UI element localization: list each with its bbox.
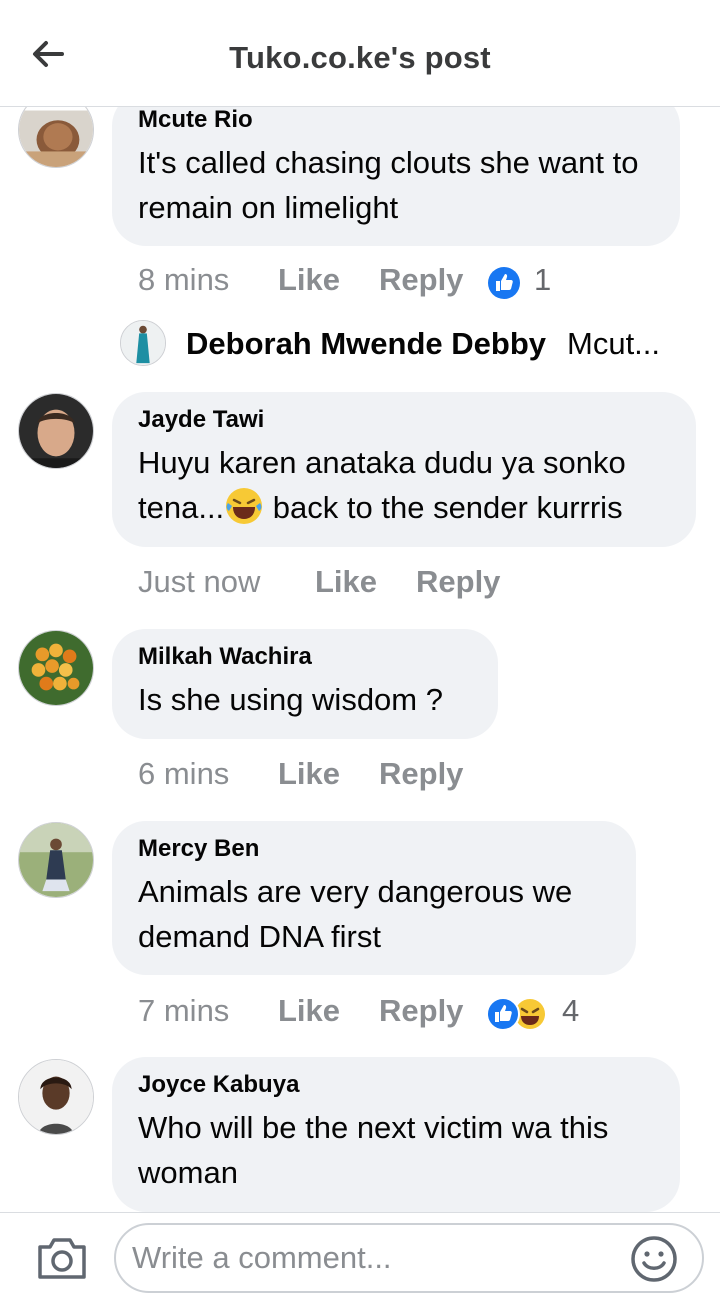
comment-bubble: Milkah Wachira Is she using wisdom ? <box>112 629 498 739</box>
comment-bubble: Joyce Kabuya Who will be the next victim… <box>112 1057 680 1212</box>
like-button[interactable]: Like <box>278 262 340 298</box>
comment-actions: 6 mins Like Reply <box>138 756 698 796</box>
comment-text: Who will be the next victim wa this woma… <box>138 1110 609 1190</box>
like-reaction-icon[interactable] <box>486 266 522 300</box>
like-button[interactable]: Like <box>278 756 340 792</box>
comment-text: It's called chasing clouts she want to r… <box>138 145 639 225</box>
comment-author[interactable]: Mcute Rio <box>138 106 654 134</box>
reaction-count[interactable]: 1 <box>534 262 551 298</box>
comment-text: Animals are very dangerous we demand DNA… <box>138 874 573 954</box>
like-button[interactable]: Like <box>278 993 340 1029</box>
comment-composer: Write a comment... <box>0 1212 720 1297</box>
comment-bubble: Mcute Rio It's called chasing clouts she… <box>112 92 680 246</box>
reply-button[interactable]: Reply <box>379 756 463 792</box>
comment-text: Huyu karen anataka dudu ya sonko tena...… <box>138 440 670 530</box>
reply-preview[interactable]: Deborah Mwende Debby Mcut... <box>120 318 700 368</box>
avatar[interactable] <box>18 822 94 898</box>
reaction-count[interactable]: 4 <box>562 993 579 1029</box>
comment-author[interactable]: Joyce Kabuya <box>138 1071 654 1099</box>
comment-author[interactable]: Jayde Tawi <box>138 406 670 434</box>
avatar[interactable] <box>18 1059 94 1135</box>
comment-text-part: back to the sender kurrris <box>264 490 623 525</box>
comment-bubble: Jayde Tawi Huyu karen anataka dudu ya so… <box>112 392 696 547</box>
like-button[interactable]: Like <box>315 564 377 600</box>
avatar[interactable] <box>18 393 94 469</box>
page-title: Tuko.co.ke's post <box>229 40 491 75</box>
avatar <box>120 320 166 366</box>
reply-button[interactable]: Reply <box>379 993 463 1029</box>
comment-time: 6 mins <box>138 756 230 791</box>
top-bar: Tuko.co.ke's post <box>0 0 720 107</box>
comment-author[interactable]: Milkah Wachira <box>138 643 472 671</box>
comment-time: 8 mins <box>138 262 230 297</box>
laughing-emoji-icon <box>226 488 263 524</box>
comments-list: Mcute Rio It's called chasing clouts she… <box>0 0 720 1212</box>
reply-author: Deborah Mwende Debby <box>186 326 546 361</box>
comment-time: 7 mins <box>138 993 230 1028</box>
comment-input[interactable]: Write a comment... <box>114 1223 704 1293</box>
comment-author[interactable]: Mercy Ben <box>138 835 610 863</box>
reply-button[interactable]: Reply <box>379 262 463 298</box>
comment-actions: 7 mins Like Reply 4 <box>138 993 698 1033</box>
comment-input-placeholder: Write a comment... <box>132 1240 392 1275</box>
reply-text-preview: Mcut... <box>567 326 661 361</box>
reactions-icons[interactable] <box>486 997 550 1031</box>
comment-bubble: Mercy Ben Animals are very dangerous we … <box>112 821 636 975</box>
comment-text: Is she using wisdom ? <box>138 682 443 717</box>
comment-actions: 8 mins Like Reply 1 <box>138 262 698 302</box>
comment-actions: Just now Like Reply <box>138 564 698 604</box>
avatar[interactable] <box>18 630 94 706</box>
camera-icon[interactable] <box>36 1235 88 1281</box>
comment-time: Just now <box>138 564 261 599</box>
emoji-icon[interactable] <box>630 1235 678 1283</box>
reply-button[interactable]: Reply <box>416 564 500 600</box>
